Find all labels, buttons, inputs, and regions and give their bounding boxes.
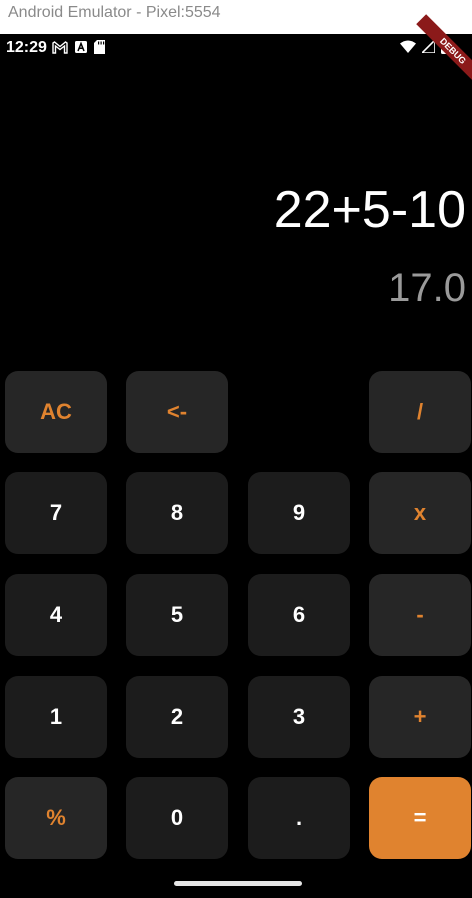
result-display: 17.0 [388,266,466,310]
digit-3-button[interactable]: 3 [248,676,350,758]
digit-2-button[interactable]: 2 [126,676,228,758]
sd-card-icon [94,40,105,54]
digit-8-button[interactable]: 8 [126,472,228,554]
digit-7-button[interactable]: 7 [5,472,107,554]
wifi-icon [400,40,416,53]
decimal-point-button[interactable]: . [248,777,350,859]
status-time: 12:29 [6,39,47,56]
window-title: Android Emulator - Pixel:5554 [8,4,221,21]
gmail-icon [52,40,68,54]
digit-5-button[interactable]: 5 [126,574,228,656]
notification-a-icon [75,41,87,53]
subtract-button[interactable]: - [369,574,471,656]
digit-0-button[interactable]: 0 [126,777,228,859]
gesture-navigation-bar[interactable] [174,881,302,886]
add-button[interactable]: + [369,676,471,758]
clear-button[interactable]: AC [5,371,107,453]
digit-6-button[interactable]: 6 [248,574,350,656]
status-icons-left [52,40,105,54]
multiply-button[interactable]: x [369,472,471,554]
status-bar: 12:29 [0,34,472,60]
window-title-bar: Android Emulator - Pixel:5554 [0,0,472,34]
backspace-button[interactable]: <- [126,371,228,453]
divide-button[interactable]: / [369,371,471,453]
expression-display: 22+5-10 [273,181,466,239]
digit-1-button[interactable]: 1 [5,676,107,758]
equals-button[interactable]: = [369,777,471,859]
digit-9-button[interactable]: 9 [248,472,350,554]
percent-button[interactable]: % [5,777,107,859]
digit-4-button[interactable]: 4 [5,574,107,656]
